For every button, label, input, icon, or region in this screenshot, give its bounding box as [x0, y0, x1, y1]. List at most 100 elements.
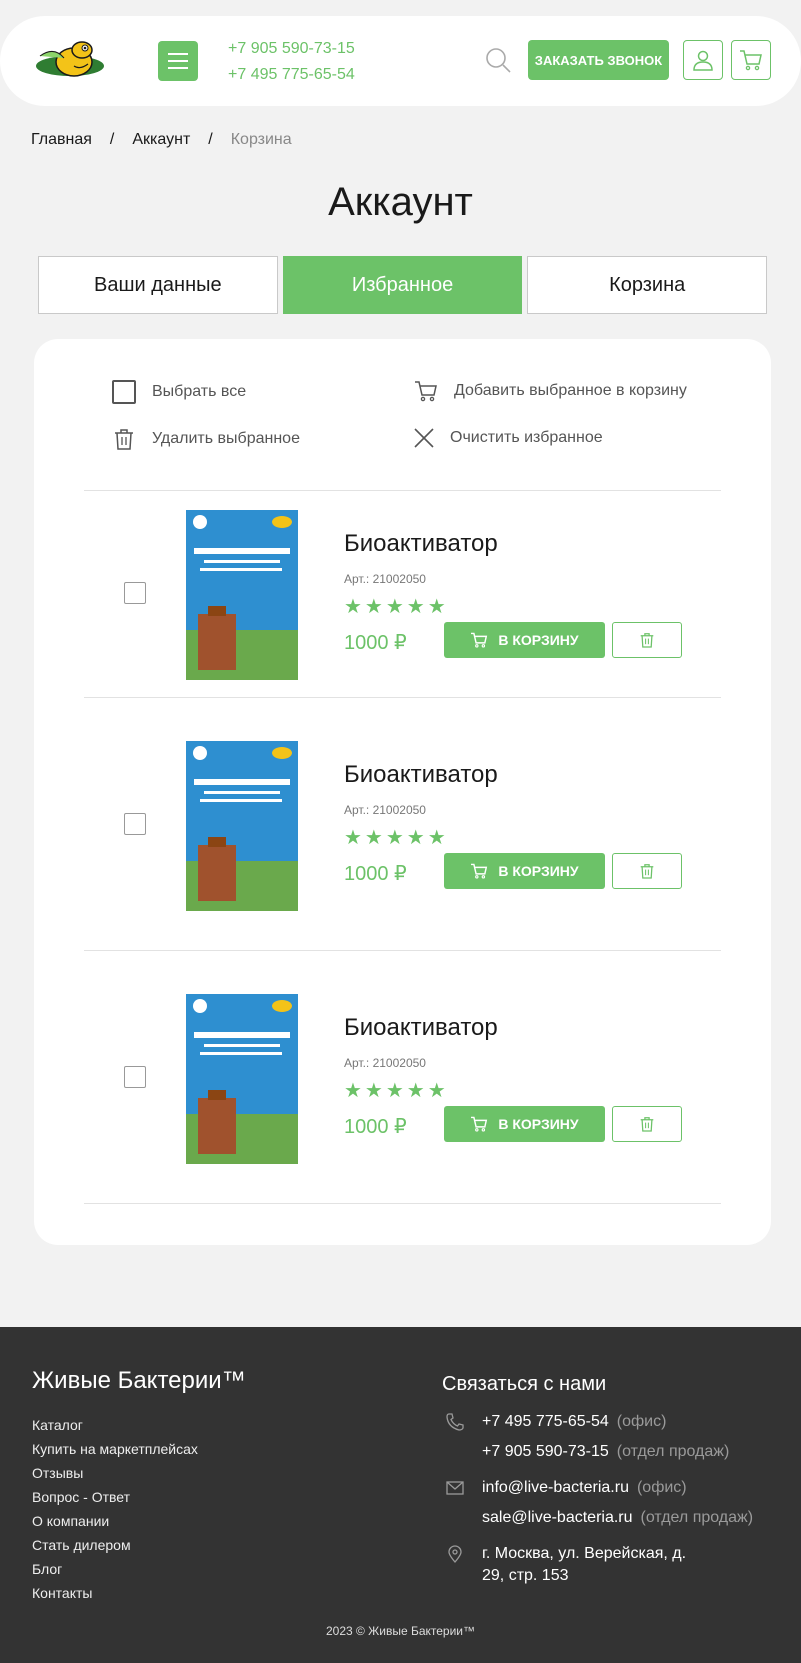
- add-to-cart-label: В КОРЗИНУ: [498, 1116, 579, 1132]
- footer-brand: Живые Бактерии™: [32, 1367, 246, 1394]
- add-to-cart-button[interactable]: В КОРЗИНУ: [444, 1106, 605, 1142]
- trash-icon: [640, 633, 654, 648]
- trash-icon: [640, 864, 654, 879]
- clear-favorites-control[interactable]: Очистить избранное: [414, 428, 603, 448]
- contact-phone-note: (офис): [616, 1413, 667, 1430]
- product-price: 1000 ₽: [344, 1116, 407, 1138]
- breadcrumb-separator: /: [109, 131, 115, 148]
- breadcrumb-separator: /: [208, 131, 213, 148]
- footer-links: Каталог Купить на маркетплейсах Отзывы В…: [32, 1413, 198, 1605]
- contact-email-value: info@live-bacteria.ru: [482, 1479, 629, 1496]
- cart-icon: [471, 1116, 488, 1132]
- rating-stars: ★★★★★: [344, 596, 449, 618]
- site-header: +7 905 590-73-15 +7 495 775-65-54 ЗАКАЗА…: [0, 16, 801, 106]
- contact-phone-note: (отдел продаж): [616, 1443, 730, 1460]
- product-sku: Арт.: 21002050: [344, 572, 426, 586]
- divider: [84, 950, 721, 951]
- close-icon: [414, 428, 434, 448]
- favorite-item: Биоактиватор Арт.: 21002050 ★★★★★ 1000 ₽…: [84, 974, 721, 1164]
- select-all-control[interactable]: Выбрать все: [112, 380, 246, 404]
- footer-link[interactable]: О компании: [32, 1509, 198, 1533]
- footer-link[interactable]: Контакты: [32, 1581, 198, 1605]
- add-to-cart-label: В КОРЗИНУ: [498, 632, 579, 648]
- favorites-panel: Выбрать все Добавить выбранное в корзину…: [34, 339, 771, 1245]
- product-image[interactable]: [186, 994, 298, 1164]
- select-all-label: Выбрать все: [152, 383, 247, 400]
- favorite-item: Биоактиватор Арт.: 21002050 ★★★★★ 1000 ₽…: [84, 490, 721, 680]
- menu-button[interactable]: [158, 41, 198, 81]
- contact-email-2[interactable]: sale@live-bacteria.ru (отдел продаж): [482, 1509, 753, 1527]
- cart-icon: [740, 50, 762, 71]
- add-selected-to-cart-control[interactable]: Добавить выбранное в корзину: [414, 380, 687, 402]
- trash-icon: [115, 429, 133, 450]
- page-title: Аккаунт: [328, 180, 473, 224]
- search-icon[interactable]: [484, 46, 512, 74]
- logo[interactable]: [30, 36, 110, 86]
- contact-email-1[interactable]: info@live-bacteria.ru (офис): [482, 1479, 687, 1497]
- add-selected-label: Добавить выбранное в корзину: [454, 382, 687, 399]
- order-call-button[interactable]: ЗАКАЗАТЬ ЗВОНОК: [528, 40, 669, 80]
- header-phone-1[interactable]: +7 905 590-73-15: [228, 36, 355, 62]
- contact-phone-value: +7 495 775-65-54: [482, 1413, 609, 1430]
- cart-icon: [415, 381, 437, 402]
- remove-item-button[interactable]: [612, 622, 682, 658]
- add-to-cart-button[interactable]: В КОРЗИНУ: [444, 853, 605, 889]
- menu-icon-line: [168, 60, 188, 62]
- favorite-item: Биоактиватор Арт.: 21002050 ★★★★★ 1000 ₽…: [84, 721, 721, 911]
- location-icon: [446, 1545, 464, 1563]
- add-to-cart-button[interactable]: В КОРЗИНУ: [444, 622, 605, 658]
- breadcrumb: Главная / Аккаунт / Корзина: [31, 131, 292, 149]
- contact-title: Связаться с нами: [442, 1373, 607, 1395]
- menu-icon-line: [168, 53, 188, 55]
- rating-stars: ★★★★★: [344, 827, 449, 849]
- product-image[interactable]: [186, 741, 298, 911]
- clear-favorites-label: Очистить избранное: [450, 429, 603, 446]
- trash-icon: [640, 1117, 654, 1132]
- contact-phone-2[interactable]: +7 905 590-73-15 (отдел продаж): [482, 1443, 729, 1461]
- site-footer: Живые Бактерии™ Каталог Купить на маркет…: [0, 1327, 801, 1663]
- divider: [84, 697, 721, 698]
- product-image[interactable]: [186, 510, 298, 680]
- cart-button[interactable]: [731, 40, 771, 80]
- tab-favorites[interactable]: Избранное: [282, 256, 523, 314]
- footer-link[interactable]: Стать дилером: [32, 1533, 198, 1557]
- product-name[interactable]: Биоактиватор: [344, 761, 498, 789]
- footer-link[interactable]: Отзывы: [32, 1461, 198, 1485]
- tab-your-data[interactable]: Ваши данные: [38, 256, 278, 314]
- item-checkbox[interactable]: [124, 582, 146, 604]
- account-button[interactable]: [683, 40, 723, 80]
- delete-selected-control[interactable]: Удалить выбранное: [114, 428, 300, 450]
- contact-email-value: sale@live-bacteria.ru: [482, 1509, 633, 1526]
- contact-phone-1[interactable]: +7 495 775-65-54 (офис): [482, 1413, 666, 1431]
- mail-icon: [446, 1479, 464, 1497]
- phone-icon: [446, 1413, 464, 1431]
- copyright: 2023 © Живые Бактерии™: [325, 1624, 476, 1638]
- select-all-checkbox[interactable]: [112, 380, 136, 404]
- user-icon: [693, 50, 713, 71]
- remove-item-button[interactable]: [612, 853, 682, 889]
- breadcrumb-current: Корзина: [230, 131, 292, 148]
- footer-link[interactable]: Блог: [32, 1557, 198, 1581]
- add-to-cart-label: В КОРЗИНУ: [498, 863, 579, 879]
- footer-link[interactable]: Каталог: [32, 1413, 198, 1437]
- item-checkbox[interactable]: [124, 813, 146, 835]
- item-checkbox[interactable]: [124, 1066, 146, 1088]
- header-phones: +7 905 590-73-15 +7 495 775-65-54: [228, 36, 355, 88]
- cart-icon: [471, 863, 488, 879]
- contact-phone-value: +7 905 590-73-15: [482, 1443, 609, 1460]
- footer-link[interactable]: Вопрос - Ответ: [32, 1485, 198, 1509]
- rating-stars: ★★★★★: [344, 1080, 449, 1102]
- tab-cart[interactable]: Корзина: [527, 256, 768, 314]
- product-name[interactable]: Биоактиватор: [344, 1014, 498, 1042]
- breadcrumb-account[interactable]: Аккаунт: [132, 131, 190, 149]
- product-price: 1000 ₽: [344, 632, 407, 654]
- product-sku: Арт.: 21002050: [344, 803, 426, 817]
- header-phone-2[interactable]: +7 495 775-65-54: [228, 62, 355, 88]
- contact-address-line-2: 29, стр. 153: [482, 1567, 569, 1584]
- remove-item-button[interactable]: [612, 1106, 682, 1142]
- product-name[interactable]: Биоактиватор: [344, 530, 498, 558]
- contact-address-line-1: г. Москва, ул. Верейская, д.: [482, 1545, 687, 1562]
- breadcrumb-home[interactable]: Главная: [31, 131, 92, 149]
- footer-link[interactable]: Купить на маркетплейсах: [32, 1437, 198, 1461]
- account-tabs: Ваши данные Избранное Корзина: [38, 256, 768, 314]
